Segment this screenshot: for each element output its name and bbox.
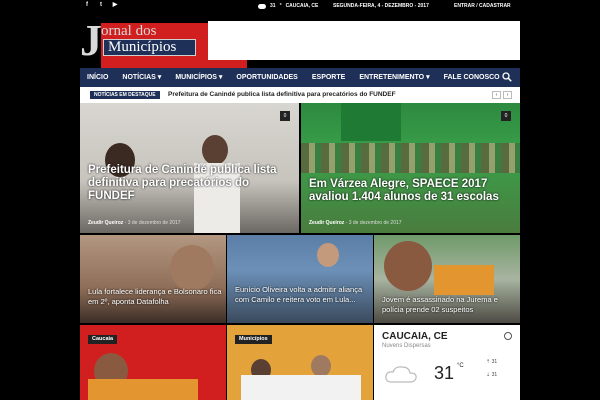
person-photo	[202, 135, 228, 165]
facebook-icon[interactable]: f	[84, 2, 90, 9]
current-date: SEGUNDA-FEIRA, 4 - DEZEMBRO - 2017	[333, 3, 429, 9]
top-bar: f t ▶ 31 ° CAUCAIA, CE SEGUNDA-FEIRA, 4 …	[0, 0, 600, 12]
comment-count[interactable]: 0	[501, 111, 511, 121]
weather-widget: CAUCAIA, CE Nuvens Dispersas 31 °C ⇡ 31 …	[374, 325, 520, 400]
top-weather-unit: °	[279, 3, 282, 9]
category-block-caucaia[interactable]: Caucaia	[80, 325, 226, 400]
featured-meta: Zeudir Queiroz - 3 de dezembro de 2017	[309, 220, 402, 226]
news-card[interactable]: Jovem é assassinado na Jurema e polícia …	[374, 235, 520, 323]
login-link[interactable]: ENTRAR / CADASTRAR	[454, 3, 511, 9]
person-photo	[384, 241, 432, 291]
top-weather-city: CAUCAIA, CE	[285, 3, 319, 9]
featured-card[interactable]: 0 Em Várzea Alegre, SPAECE 2017 avaliou …	[301, 103, 520, 233]
weather-unit: °C	[457, 363, 464, 369]
shirt-shape	[88, 379, 198, 400]
twitter-icon[interactable]: t	[98, 2, 104, 9]
weather-temp: 31	[434, 363, 455, 383]
shirt-shape	[241, 375, 361, 400]
featured-card[interactable]: 0 Prefeitura de Canindé publica lista de…	[80, 103, 299, 233]
featured-title[interactable]: Em Várzea Alegre, SPAECE 2017 avaliou 1.…	[309, 178, 509, 204]
category-label[interactable]: Caucaia	[88, 335, 118, 344]
nav-item-entretenimento[interactable]: ENTRETENIMENTO ▾	[352, 68, 436, 87]
post-date: 3 de dezembro de 2017	[348, 220, 402, 226]
category-label[interactable]: Municípios	[235, 335, 272, 344]
header: J ornal dos Municípios	[80, 12, 520, 98]
nav-item-oportunidades[interactable]: OPORTUNIDADES	[229, 68, 304, 87]
news-card[interactable]: Eunício Oliveira volta a admitir aliança…	[227, 235, 373, 323]
top-weather: 31 ° CAUCAIA, CE	[258, 3, 318, 9]
cloud-icon	[385, 366, 417, 383]
ticker-label: NOTÍCIAS EM DESTAQUE	[90, 91, 160, 99]
post-date: 3 de dezembro de 2017	[127, 220, 181, 226]
weather-low: ⇣ 31	[486, 372, 498, 378]
ticker-next-button[interactable]: ›	[503, 91, 512, 99]
social-links: f t ▶	[84, 2, 118, 9]
chevron-down-icon: ▾	[218, 74, 223, 81]
ticker-headline[interactable]: Prefeitura de Canindé publica lista defi…	[168, 91, 396, 98]
ticker-prev-button[interactable]: ‹	[492, 91, 501, 99]
weather-city: CAUCAIA, CE	[382, 331, 448, 342]
weather-high: ⇡ 31	[486, 359, 498, 365]
author-name[interactable]: Zeudir Queiroz	[309, 220, 344, 226]
news-title[interactable]: Lula fortalece liderança e Bolsonaro fic…	[88, 287, 223, 306]
ad-banner[interactable]	[208, 21, 520, 60]
weather-description: Nuvens Dispersas	[382, 343, 431, 349]
category-block-municipios[interactable]: Municípios	[227, 325, 373, 400]
news-ticker: NOTÍCIAS EM DESTAQUE Prefeitura de Canin…	[80, 87, 520, 103]
nav-item-municipios[interactable]: MUNICÍPIOS ▾	[168, 68, 229, 87]
location-icon[interactable]	[504, 332, 512, 340]
nav-item-fale-conosco[interactable]: FALE CONOSCO	[437, 68, 507, 87]
comment-count[interactable]: 0	[280, 111, 290, 121]
cloud-icon	[258, 3, 266, 9]
shirt-shape	[434, 265, 494, 295]
search-icon[interactable]	[502, 72, 512, 82]
youtube-icon[interactable]: ▶	[112, 2, 118, 9]
top-weather-temp: 31	[270, 3, 276, 9]
person-photo	[170, 245, 214, 291]
featured-meta: Zeudir Queiroz - 3 de dezembro de 2017	[88, 220, 181, 226]
chevron-down-icon: ▾	[426, 74, 430, 81]
site-logo[interactable]: J ornal dos Municípios	[80, 16, 247, 98]
person-photo	[311, 355, 331, 377]
person-photo	[317, 243, 339, 267]
nav-item-noticias[interactable]: NOTÍCIAS ▾	[115, 68, 168, 87]
author-name[interactable]: Zeudir Queiroz	[88, 220, 123, 226]
nav-item-inicio[interactable]: INÍCIO	[80, 68, 115, 87]
students-shape	[301, 143, 520, 173]
news-title[interactable]: Eunício Oliveira volta a admitir aliança…	[235, 285, 370, 304]
news-title[interactable]: Jovem é assassinado na Jurema e polícia …	[382, 295, 517, 314]
logo-line-2: Municípios	[103, 39, 196, 56]
nav-item-esporte[interactable]: ESPORTE	[305, 68, 352, 87]
chevron-down-icon: ▾	[157, 74, 162, 81]
main-nav: INÍCIO NOTÍCIAS ▾ MUNICÍPIOS ▾ OPORTUNID…	[80, 68, 520, 87]
news-card[interactable]: Lula fortalece liderança e Bolsonaro fic…	[80, 235, 226, 323]
featured-title[interactable]: Prefeitura de Canindé publica lista defi…	[88, 164, 288, 203]
banner-shape	[341, 103, 401, 141]
logo-initial: J	[80, 16, 102, 65]
